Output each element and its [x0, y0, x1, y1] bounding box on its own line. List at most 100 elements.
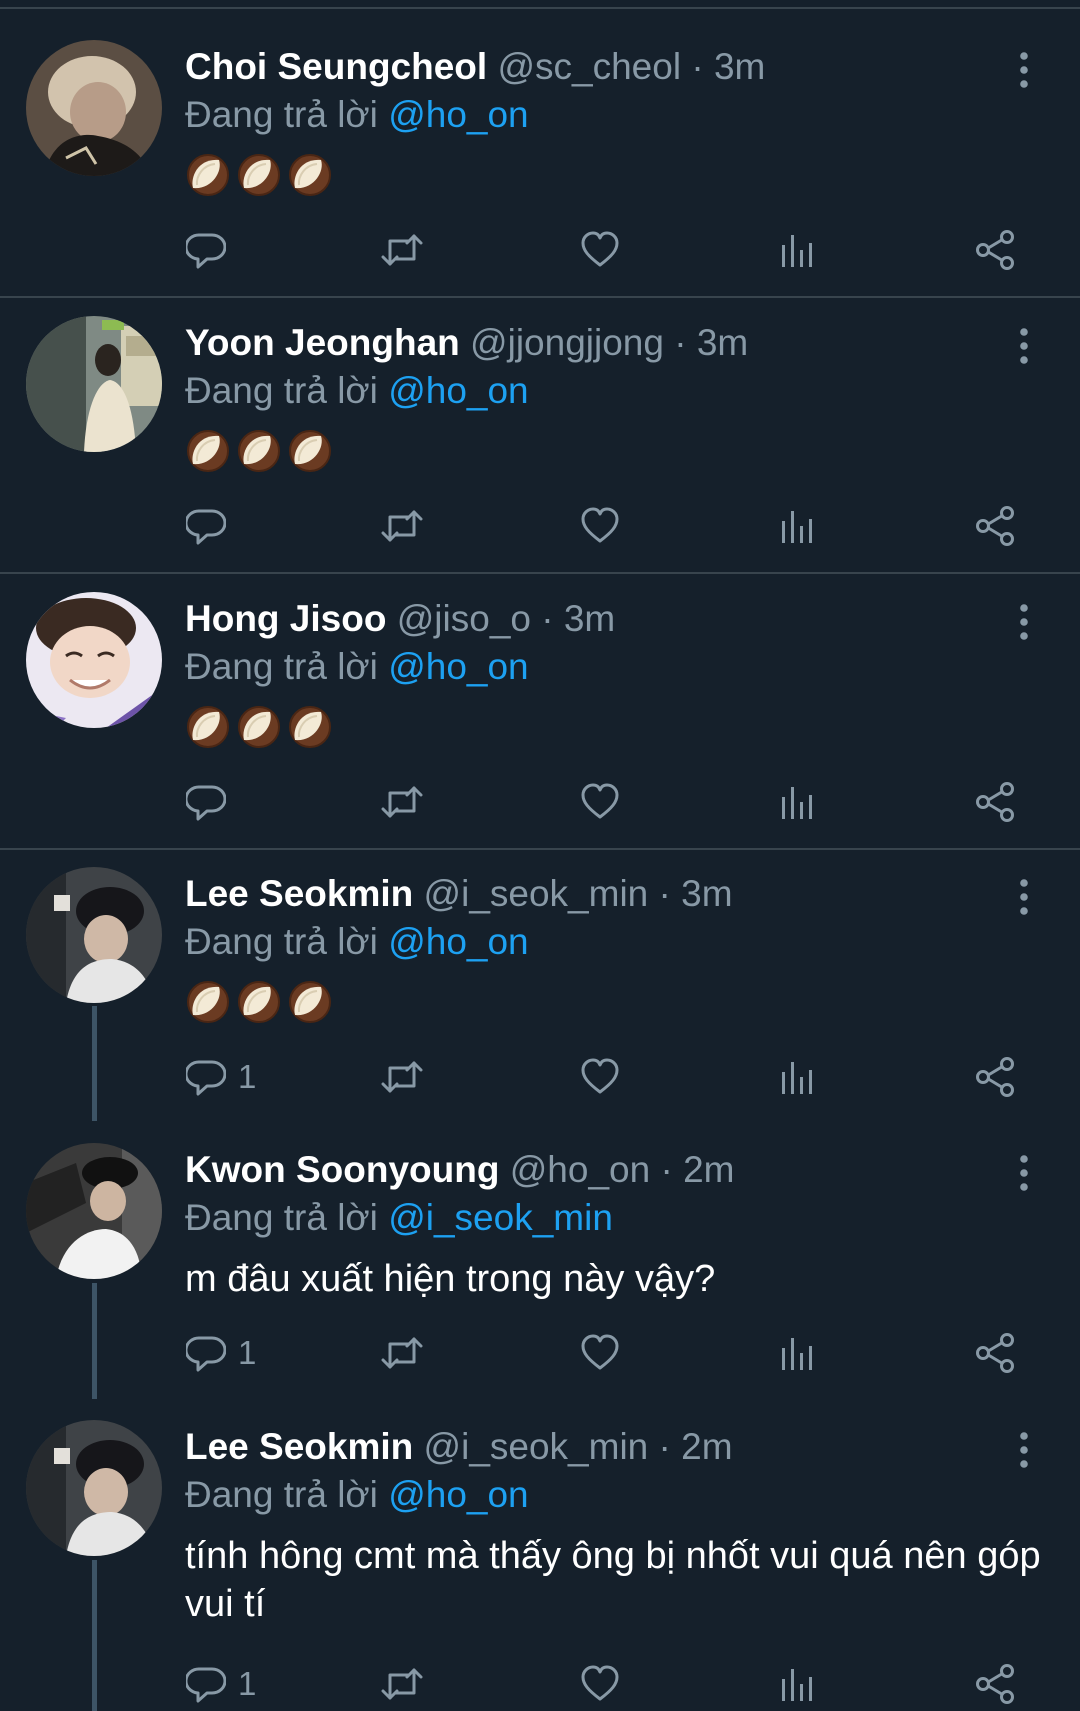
mention-link[interactable]: @i_seok_min	[388, 1197, 613, 1238]
analytics-button[interactable]	[777, 1331, 817, 1375]
reply-count: 1	[238, 1058, 257, 1095]
reply-icon	[186, 782, 226, 822]
avatar[interactable]	[26, 316, 162, 452]
coconut-emoji-icon	[185, 428, 231, 474]
retweet-button[interactable]	[380, 1055, 424, 1099]
replying-prefix: Đang trả lời	[185, 1197, 389, 1238]
like-button[interactable]	[580, 228, 620, 272]
share-button[interactable]	[975, 1331, 1015, 1375]
replying-to: Đang trả lời @i_seok_min	[185, 1193, 613, 1243]
reply-button[interactable]	[186, 504, 238, 548]
more-icon[interactable]	[1016, 602, 1032, 642]
user-handle[interactable]: @jiso_o	[397, 598, 531, 639]
like-button[interactable]	[580, 1055, 620, 1099]
reply-button[interactable]: 1	[186, 1331, 256, 1375]
share-button[interactable]	[975, 1055, 1015, 1099]
like-button[interactable]	[580, 780, 620, 824]
like-icon	[580, 1664, 620, 1704]
timestamp[interactable]: 2m	[683, 1149, 734, 1190]
tweet-text	[185, 979, 333, 1027]
tweet[interactable]: Choi Seungcheol @sc_cheol · 3m Đang trả …	[0, 0, 1080, 298]
tweet[interactable]: Lee Seokmin @i_seok_min · 3m Đang trả lờ…	[0, 827, 1080, 1103]
analytics-button[interactable]	[777, 1055, 817, 1099]
separator: ·	[681, 46, 714, 87]
more-icon[interactable]	[1016, 1153, 1032, 1193]
share-icon	[975, 1333, 1015, 1373]
timestamp[interactable]: 2m	[681, 1426, 732, 1467]
like-icon	[580, 1333, 620, 1373]
separator: ·	[648, 873, 682, 914]
share-button[interactable]	[975, 1662, 1015, 1706]
analytics-button[interactable]	[777, 1662, 817, 1706]
user-handle[interactable]: @sc_cheol	[497, 46, 681, 87]
separator: ·	[650, 1149, 684, 1190]
timestamp[interactable]: 3m	[714, 46, 765, 87]
tweet[interactable]: Hong Jisoo @jiso_o · 3m Đang trả lời @ho…	[0, 552, 1080, 850]
user-handle[interactable]: @i_seok_min	[424, 873, 649, 914]
reply-icon	[186, 1057, 226, 1097]
more-icon[interactable]	[1016, 1430, 1032, 1470]
coconut-emoji-icon	[287, 979, 333, 1025]
retweet-button[interactable]	[380, 1662, 424, 1706]
display-name[interactable]: Lee Seokmin	[185, 873, 413, 914]
tweet[interactable]: Lee Seokmin @i_seok_min · 2m Đang trả lờ…	[0, 1380, 1080, 1711]
analytics-button[interactable]	[777, 228, 817, 272]
more-icon[interactable]	[1016, 326, 1032, 366]
timestamp[interactable]: 3m	[564, 598, 615, 639]
analytics-icon	[777, 230, 817, 270]
like-button[interactable]	[580, 1662, 620, 1706]
coconut-emoji-icon	[287, 704, 333, 750]
reply-button[interactable]: 1	[186, 1662, 256, 1706]
timestamp[interactable]: 3m	[681, 873, 732, 914]
reply-button[interactable]	[186, 228, 238, 272]
mention-link[interactable]: @ho_on	[388, 921, 528, 962]
share-button[interactable]	[975, 228, 1015, 272]
display-name[interactable]: Hong Jisoo	[185, 598, 386, 639]
reply-button[interactable]: 1	[186, 1055, 256, 1099]
like-button[interactable]	[580, 1331, 620, 1375]
mention-link[interactable]: @ho_on	[388, 370, 528, 411]
mention-link[interactable]: @ho_on	[388, 646, 528, 687]
user-handle[interactable]: @ho_on	[510, 1149, 650, 1190]
user-handle[interactable]: @i_seok_min	[424, 1426, 649, 1467]
analytics-icon	[777, 1664, 817, 1704]
share-icon	[975, 506, 1015, 546]
share-button[interactable]	[975, 780, 1015, 824]
reply-button[interactable]	[186, 780, 238, 824]
replying-to: Đang trả lời @ho_on	[185, 90, 529, 140]
more-icon[interactable]	[1016, 50, 1032, 90]
share-button[interactable]	[975, 504, 1015, 548]
display-name[interactable]: Kwon Soonyoung	[185, 1149, 499, 1190]
retweet-button[interactable]	[380, 504, 424, 548]
retweet-button[interactable]	[380, 228, 424, 272]
tweet-header: Choi Seungcheol @sc_cheol · 3m	[185, 42, 765, 92]
tweet[interactable]: Yoon Jeonghan @jjongjjong · 3m Đang trả …	[0, 276, 1080, 574]
coconut-emoji-icon	[236, 428, 282, 474]
tweet-header: Yoon Jeonghan @jjongjjong · 3m	[185, 318, 748, 368]
retweet-button[interactable]	[380, 780, 424, 824]
replying-prefix: Đang trả lời	[185, 646, 389, 687]
like-button[interactable]	[580, 504, 620, 548]
analytics-button[interactable]	[777, 504, 817, 548]
replying-to: Đang trả lời @ho_on	[185, 366, 529, 416]
mention-link[interactable]: @ho_on	[388, 94, 528, 135]
avatar[interactable]	[26, 867, 162, 1003]
mention-link[interactable]: @ho_on	[388, 1474, 528, 1515]
timestamp[interactable]: 3m	[697, 322, 748, 363]
avatar[interactable]	[26, 592, 162, 728]
analytics-button[interactable]	[777, 780, 817, 824]
avatar[interactable]	[26, 1143, 162, 1279]
user-handle[interactable]: @jjongjjong	[470, 322, 664, 363]
analytics-icon	[777, 782, 817, 822]
replying-to: Đang trả lời @ho_on	[185, 917, 529, 967]
avatar[interactable]	[26, 40, 162, 176]
more-icon[interactable]	[1016, 877, 1032, 917]
retweet-button[interactable]	[380, 1331, 424, 1375]
tweet[interactable]: Kwon Soonyoung @ho_on · 2m Đang trả lời …	[0, 1103, 1080, 1379]
display-name[interactable]: Lee Seokmin	[185, 1426, 413, 1467]
display-name[interactable]: Choi Seungcheol	[185, 46, 487, 87]
avatar[interactable]	[26, 1420, 162, 1556]
reply-icon	[186, 1333, 226, 1373]
coconut-emoji-icon	[236, 979, 282, 1025]
display-name[interactable]: Yoon Jeonghan	[185, 322, 460, 363]
